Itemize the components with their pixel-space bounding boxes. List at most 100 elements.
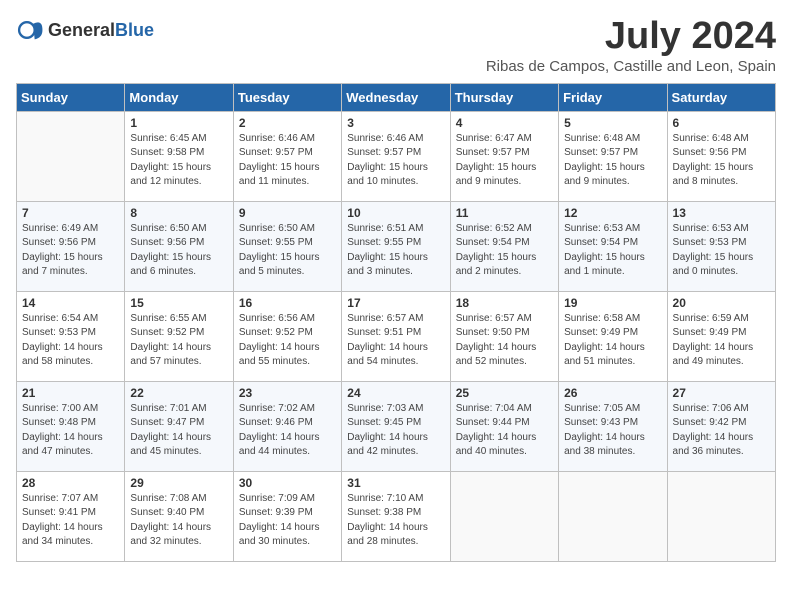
day-number: 19 bbox=[564, 296, 661, 310]
calendar-cell: 10 Sunrise: 6:51 AM Sunset: 9:55 PM Dayli… bbox=[342, 201, 450, 291]
calendar-week-4: 28 Sunrise: 7:07 AM Sunset: 9:41 PM Dayli… bbox=[17, 471, 776, 561]
month-title: July 2024 bbox=[486, 16, 776, 58]
day-info: Sunrise: 7:03 AM Sunset: 9:45 PM Dayligh… bbox=[347, 402, 444, 460]
logo-blue: Blue bbox=[115, 20, 154, 41]
page-header: General Blue July 2024 Ribas de Campos, … bbox=[16, 16, 776, 75]
calendar-cell: 2 Sunrise: 6:46 AM Sunset: 9:57 PM Daylig… bbox=[233, 111, 341, 201]
day-info: Sunrise: 6:48 AM Sunset: 9:56 PM Dayligh… bbox=[673, 132, 770, 190]
day-number: 8 bbox=[130, 206, 227, 220]
day-info: Sunrise: 7:08 AM Sunset: 9:40 PM Dayligh… bbox=[130, 492, 227, 550]
day-number: 2 bbox=[239, 116, 336, 130]
day-number: 29 bbox=[130, 476, 227, 490]
calendar-week-1: 7Sunrise: 6:49 AM Sunset: 9:56 PM Daylig… bbox=[17, 201, 776, 291]
calendar-cell: 31Sunrise: 7:10 AM Sunset: 9:38 PM Dayli… bbox=[342, 471, 450, 561]
day-info: Sunrise: 6:50 AM Sunset: 9:56 PM Dayligh… bbox=[130, 222, 227, 280]
day-info: Sunrise: 7:05 AM Sunset: 9:43 PM Dayligh… bbox=[564, 402, 661, 460]
day-info: Sunrise: 6:47 AM Sunset: 9:57 PM Dayligh… bbox=[456, 132, 553, 190]
calendar-cell: 20 Sunrise: 6:59 AM Sunset: 9:49 PM Dayli… bbox=[667, 291, 775, 381]
day-number: 13 bbox=[673, 206, 770, 220]
day-number: 4 bbox=[456, 116, 553, 130]
day-info: Sunrise: 6:59 AM Sunset: 9:49 PM Dayligh… bbox=[673, 312, 770, 370]
calendar-cell: 6 Sunrise: 6:48 AM Sunset: 9:56 PM Daylig… bbox=[667, 111, 775, 201]
calendar-cell: 12Sunrise: 6:53 AM Sunset: 9:54 PM Dayli… bbox=[559, 201, 667, 291]
day-number: 24 bbox=[347, 386, 444, 400]
calendar-cell bbox=[450, 471, 558, 561]
calendar-cell bbox=[667, 471, 775, 561]
day-info: Sunrise: 6:51 AM Sunset: 9:55 PM Dayligh… bbox=[347, 222, 444, 280]
calendar-cell: 5Sunrise: 6:48 AM Sunset: 9:57 PM Daylig… bbox=[559, 111, 667, 201]
day-number: 3 bbox=[347, 116, 444, 130]
day-info: Sunrise: 6:46 AM Sunset: 9:57 PM Dayligh… bbox=[239, 132, 336, 190]
day-info: Sunrise: 6:54 AM Sunset: 9:53 PM Dayligh… bbox=[22, 312, 119, 370]
day-info: Sunrise: 7:07 AM Sunset: 9:41 PM Dayligh… bbox=[22, 492, 119, 550]
calendar-cell: 25Sunrise: 7:04 AM Sunset: 9:44 PM Dayli… bbox=[450, 381, 558, 471]
day-info: Sunrise: 6:55 AM Sunset: 9:52 PM Dayligh… bbox=[130, 312, 227, 370]
day-number: 30 bbox=[239, 476, 336, 490]
header-day-thursday: Thursday bbox=[450, 83, 558, 111]
calendar-cell: 4 Sunrise: 6:47 AM Sunset: 9:57 PM Daylig… bbox=[450, 111, 558, 201]
day-info: Sunrise: 6:56 AM Sunset: 9:52 PM Dayligh… bbox=[239, 312, 336, 370]
day-number: 9 bbox=[239, 206, 336, 220]
calendar-cell: 24 Sunrise: 7:03 AM Sunset: 9:45 PM Dayli… bbox=[342, 381, 450, 471]
day-number: 10 bbox=[347, 206, 444, 220]
header-row: SundayMondayTuesdayWednesdayThursdayFrid… bbox=[17, 83, 776, 111]
logo: General Blue bbox=[16, 16, 154, 44]
calendar-week-0: 1Sunrise: 6:45 AM Sunset: 9:58 PM Daylig… bbox=[17, 111, 776, 201]
calendar-cell: 29 Sunrise: 7:08 AM Sunset: 9:40 PM Dayli… bbox=[125, 471, 233, 561]
day-info: Sunrise: 6:53 AM Sunset: 9:53 PM Dayligh… bbox=[673, 222, 770, 280]
calendar-cell: 21Sunrise: 7:00 AM Sunset: 9:48 PM Dayli… bbox=[17, 381, 125, 471]
day-number: 26 bbox=[564, 386, 661, 400]
title-area: July 2024 Ribas de Campos, Castille and … bbox=[486, 16, 776, 75]
day-number: 14 bbox=[22, 296, 119, 310]
calendar-cell: 22Sunrise: 7:01 AM Sunset: 9:47 PM Dayli… bbox=[125, 381, 233, 471]
day-number: 20 bbox=[673, 296, 770, 310]
calendar-cell: 19 Sunrise: 6:58 AM Sunset: 9:49 PM Dayli… bbox=[559, 291, 667, 381]
logo-icon bbox=[16, 16, 44, 44]
calendar-cell: 23 Sunrise: 7:02 AM Sunset: 9:46 PM Dayli… bbox=[233, 381, 341, 471]
day-number: 18 bbox=[456, 296, 553, 310]
day-number: 5 bbox=[564, 116, 661, 130]
day-number: 16 bbox=[239, 296, 336, 310]
calendar-body: 1Sunrise: 6:45 AM Sunset: 9:58 PM Daylig… bbox=[17, 111, 776, 561]
header-day-wednesday: Wednesday bbox=[342, 83, 450, 111]
day-info: Sunrise: 6:57 AM Sunset: 9:51 PM Dayligh… bbox=[347, 312, 444, 370]
calendar-cell: 27Sunrise: 7:06 AM Sunset: 9:42 PM Dayli… bbox=[667, 381, 775, 471]
calendar-cell: 16 Sunrise: 6:56 AM Sunset: 9:52 PM Dayli… bbox=[233, 291, 341, 381]
day-info: Sunrise: 7:01 AM Sunset: 9:47 PM Dayligh… bbox=[130, 402, 227, 460]
day-info: Sunrise: 7:00 AM Sunset: 9:48 PM Dayligh… bbox=[22, 402, 119, 460]
day-number: 25 bbox=[456, 386, 553, 400]
day-number: 17 bbox=[347, 296, 444, 310]
day-info: Sunrise: 7:06 AM Sunset: 9:42 PM Dayligh… bbox=[673, 402, 770, 460]
day-info: Sunrise: 6:58 AM Sunset: 9:49 PM Dayligh… bbox=[564, 312, 661, 370]
day-number: 11 bbox=[456, 206, 553, 220]
day-number: 23 bbox=[239, 386, 336, 400]
logo-general: General bbox=[48, 20, 115, 41]
calendar-cell bbox=[17, 111, 125, 201]
day-info: Sunrise: 6:53 AM Sunset: 9:54 PM Dayligh… bbox=[564, 222, 661, 280]
day-info: Sunrise: 6:49 AM Sunset: 9:56 PM Dayligh… bbox=[22, 222, 119, 280]
header-day-friday: Friday bbox=[559, 83, 667, 111]
header-day-tuesday: Tuesday bbox=[233, 83, 341, 111]
day-number: 28 bbox=[22, 476, 119, 490]
calendar-cell: 9 Sunrise: 6:50 AM Sunset: 9:55 PM Daylig… bbox=[233, 201, 341, 291]
calendar-cell: 18Sunrise: 6:57 AM Sunset: 9:50 PM Dayli… bbox=[450, 291, 558, 381]
calendar-header: SundayMondayTuesdayWednesdayThursdayFrid… bbox=[17, 83, 776, 111]
day-info: Sunrise: 6:50 AM Sunset: 9:55 PM Dayligh… bbox=[239, 222, 336, 280]
day-info: Sunrise: 7:09 AM Sunset: 9:39 PM Dayligh… bbox=[239, 492, 336, 550]
header-day-saturday: Saturday bbox=[667, 83, 775, 111]
header-day-monday: Monday bbox=[125, 83, 233, 111]
calendar-cell: 28 Sunrise: 7:07 AM Sunset: 9:41 PM Dayli… bbox=[17, 471, 125, 561]
day-info: Sunrise: 6:46 AM Sunset: 9:57 PM Dayligh… bbox=[347, 132, 444, 190]
calendar-cell: 15Sunrise: 6:55 AM Sunset: 9:52 PM Dayli… bbox=[125, 291, 233, 381]
calendar-table: SundayMondayTuesdayWednesdayThursdayFrid… bbox=[16, 83, 776, 562]
day-number: 6 bbox=[673, 116, 770, 130]
calendar-cell: 30 Sunrise: 7:09 AM Sunset: 9:39 PM Dayli… bbox=[233, 471, 341, 561]
calendar-cell: 26 Sunrise: 7:05 AM Sunset: 9:43 PM Dayli… bbox=[559, 381, 667, 471]
calendar-cell: 11Sunrise: 6:52 AM Sunset: 9:54 PM Dayli… bbox=[450, 201, 558, 291]
calendar-cell: 3 Sunrise: 6:46 AM Sunset: 9:57 PM Daylig… bbox=[342, 111, 450, 201]
day-info: Sunrise: 6:45 AM Sunset: 9:58 PM Dayligh… bbox=[130, 132, 227, 190]
calendar-week-3: 21Sunrise: 7:00 AM Sunset: 9:48 PM Dayli… bbox=[17, 381, 776, 471]
calendar-cell: 7Sunrise: 6:49 AM Sunset: 9:56 PM Daylig… bbox=[17, 201, 125, 291]
day-info: Sunrise: 7:10 AM Sunset: 9:38 PM Dayligh… bbox=[347, 492, 444, 550]
day-info: Sunrise: 7:02 AM Sunset: 9:46 PM Dayligh… bbox=[239, 402, 336, 460]
